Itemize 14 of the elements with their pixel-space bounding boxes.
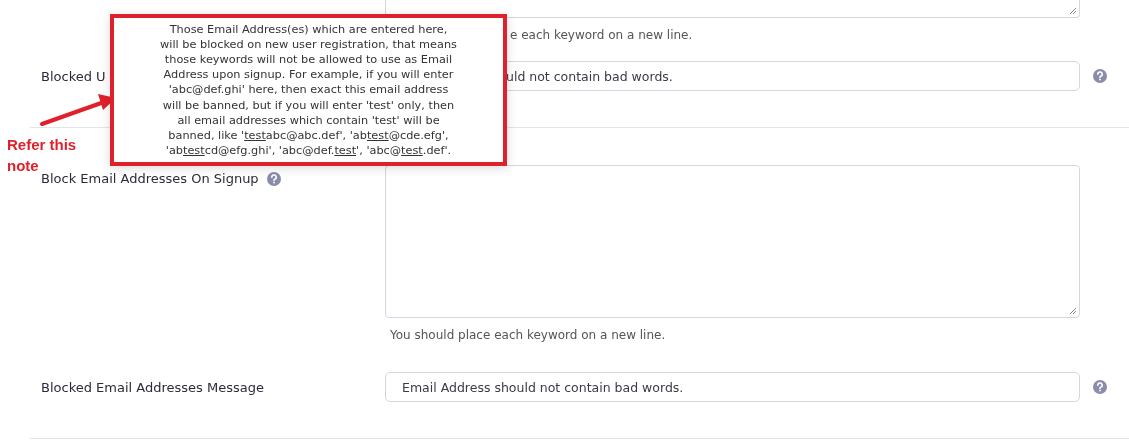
help-icon[interactable]: [266, 171, 281, 186]
help-icon[interactable]: [1093, 380, 1107, 394]
textarea-field[interactable]: [385, 0, 1080, 18]
textarea-field[interactable]: [385, 165, 1080, 318]
field-hint: e each keyword on a new line.: [510, 28, 693, 42]
field-label: Block Email Addresses On Signup: [41, 171, 259, 186]
resize-grip-icon[interactable]: [1069, 307, 1077, 315]
field-label: Blocked Email Addresses Message: [41, 380, 264, 395]
resize-grip-icon[interactable]: [1069, 7, 1077, 15]
field-hint: You should place each keyword on a new line.: [390, 328, 666, 342]
field-label: Blocked U: [41, 69, 106, 84]
help-icon[interactable]: [1093, 69, 1107, 83]
annotation-note: Refer this note: [7, 135, 78, 174]
input-field[interactable]: Email Address should not contain bad words.: [385, 372, 1080, 402]
